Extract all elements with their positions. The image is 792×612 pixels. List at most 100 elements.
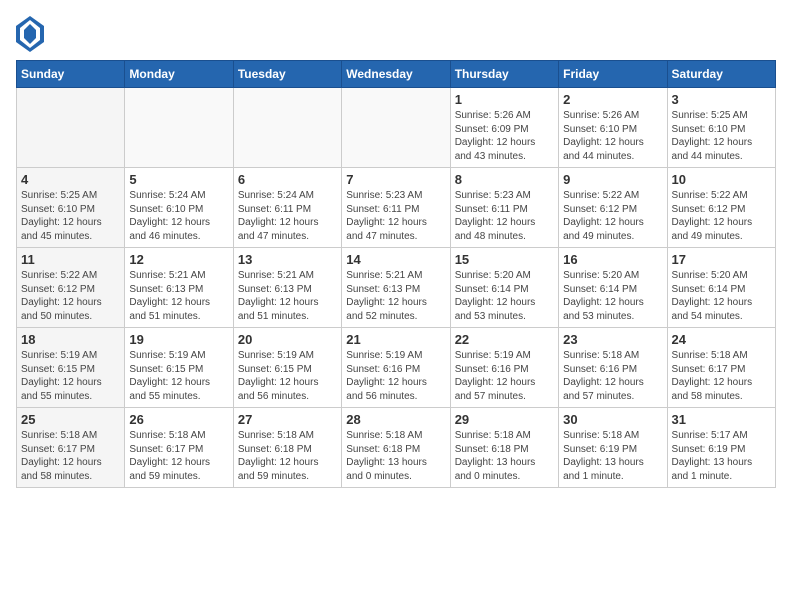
day-info: Sunrise: 5:23 AM Sunset: 6:11 PM Dayligh… bbox=[346, 189, 445, 243]
day-header-sunday: Sunday bbox=[17, 61, 125, 88]
day-info: Sunrise: 5:19 AM Sunset: 6:15 PM Dayligh… bbox=[238, 349, 337, 403]
day-number: 25 bbox=[21, 412, 120, 427]
calendar-cell: 28Sunrise: 5:18 AM Sunset: 6:18 PM Dayli… bbox=[342, 408, 450, 488]
day-number: 12 bbox=[129, 252, 228, 267]
day-info: Sunrise: 5:22 AM Sunset: 6:12 PM Dayligh… bbox=[563, 189, 662, 243]
day-number: 30 bbox=[563, 412, 662, 427]
calendar-cell: 20 Sunrise: 5:19 AM Sunset: 6:15 PM Dayli… bbox=[233, 328, 341, 408]
day-number: 5 bbox=[129, 172, 228, 187]
day-info: Sunrise: 5:24 AM Sunset: 6:11 PM Dayligh… bbox=[238, 189, 337, 243]
calendar-cell: 24 Sunrise: 5:18 AM Sunset: 6:17 PM Dayli… bbox=[667, 328, 775, 408]
day-header-thursday: Thursday bbox=[450, 61, 558, 88]
calendar-cell: 1 Sunrise: 5:26 AM Sunset: 6:09 PM Daylig… bbox=[450, 88, 558, 168]
calendar-cell: 14 Sunrise: 5:21 AM Sunset: 6:13 PM Dayli… bbox=[342, 248, 450, 328]
day-number: 27 bbox=[238, 412, 337, 427]
calendar-table: SundayMondayTuesdayWednesdayThursdayFrid… bbox=[16, 60, 776, 488]
calendar-cell bbox=[342, 88, 450, 168]
calendar-cell: 17 Sunrise: 5:20 AM Sunset: 6:14 PM Dayli… bbox=[667, 248, 775, 328]
day-info: Sunrise: 5:21 AM Sunset: 6:13 PM Dayligh… bbox=[129, 269, 228, 323]
day-info: Sunrise: 5:20 AM Sunset: 6:14 PM Dayligh… bbox=[563, 269, 662, 323]
day-info: Sunrise: 5:19 AM Sunset: 6:16 PM Dayligh… bbox=[346, 349, 445, 403]
day-number: 7 bbox=[346, 172, 445, 187]
calendar-cell: 15Sunrise: 5:20 AM Sunset: 6:14 PM Dayli… bbox=[450, 248, 558, 328]
calendar-cell: 25Sunrise: 5:18 AM Sunset: 6:17 PM Dayli… bbox=[17, 408, 125, 488]
day-info: Sunrise: 5:22 AM Sunset: 6:12 PM Dayligh… bbox=[21, 269, 120, 323]
day-info: Sunrise: 5:18 AM Sunset: 6:17 PM Dayligh… bbox=[129, 429, 228, 483]
day-info: Sunrise: 5:18 AM Sunset: 6:18 PM Dayligh… bbox=[455, 429, 554, 483]
day-number: 31 bbox=[672, 412, 771, 427]
day-info: Sunrise: 5:26 AM Sunset: 6:10 PM Dayligh… bbox=[563, 109, 662, 163]
day-number: 19 bbox=[129, 332, 228, 347]
day-number: 13 bbox=[238, 252, 337, 267]
day-info: Sunrise: 5:25 AM Sunset: 6:10 PM Dayligh… bbox=[21, 189, 120, 243]
logo bbox=[16, 16, 48, 52]
day-number: 4 bbox=[21, 172, 120, 187]
calendar-header-row: SundayMondayTuesdayWednesdayThursdayFrid… bbox=[17, 61, 776, 88]
calendar-cell: 18Sunrise: 5:19 AM Sunset: 6:15 PM Dayli… bbox=[17, 328, 125, 408]
day-number: 6 bbox=[238, 172, 337, 187]
calendar-cell: 29Sunrise: 5:18 AM Sunset: 6:18 PM Dayli… bbox=[450, 408, 558, 488]
calendar-cell: 30Sunrise: 5:18 AM Sunset: 6:19 PM Dayli… bbox=[559, 408, 667, 488]
day-number: 2 bbox=[563, 92, 662, 107]
page-header bbox=[16, 16, 776, 52]
calendar-cell: 23 Sunrise: 5:18 AM Sunset: 6:16 PM Dayli… bbox=[559, 328, 667, 408]
day-info: Sunrise: 5:25 AM Sunset: 6:10 PM Dayligh… bbox=[672, 109, 771, 163]
calendar-cell: 16 Sunrise: 5:20 AM Sunset: 6:14 PM Dayli… bbox=[559, 248, 667, 328]
calendar-cell: 3 Sunrise: 5:25 AM Sunset: 6:10 PM Daylig… bbox=[667, 88, 775, 168]
day-info: Sunrise: 5:17 AM Sunset: 6:19 PM Dayligh… bbox=[672, 429, 771, 483]
day-info: Sunrise: 5:20 AM Sunset: 6:14 PM Dayligh… bbox=[455, 269, 554, 323]
day-header-monday: Monday bbox=[125, 61, 233, 88]
day-info: Sunrise: 5:24 AM Sunset: 6:10 PM Dayligh… bbox=[129, 189, 228, 243]
day-number: 23 bbox=[563, 332, 662, 347]
calendar-cell: 2 Sunrise: 5:26 AM Sunset: 6:10 PM Daylig… bbox=[559, 88, 667, 168]
calendar-cell: 22Sunrise: 5:19 AM Sunset: 6:16 PM Dayli… bbox=[450, 328, 558, 408]
calendar-cell bbox=[125, 88, 233, 168]
calendar-cell: 11 Sunrise: 5:22 AM Sunset: 6:12 PM Dayli… bbox=[17, 248, 125, 328]
week-row-3: 11 Sunrise: 5:22 AM Sunset: 6:12 PM Dayli… bbox=[17, 248, 776, 328]
day-number: 16 bbox=[563, 252, 662, 267]
day-header-saturday: Saturday bbox=[667, 61, 775, 88]
day-number: 3 bbox=[672, 92, 771, 107]
day-number: 26 bbox=[129, 412, 228, 427]
day-number: 14 bbox=[346, 252, 445, 267]
calendar-cell: 10 Sunrise: 5:22 AM Sunset: 6:12 PM Dayli… bbox=[667, 168, 775, 248]
day-info: Sunrise: 5:18 AM Sunset: 6:16 PM Dayligh… bbox=[563, 349, 662, 403]
day-info: Sunrise: 5:20 AM Sunset: 6:14 PM Dayligh… bbox=[672, 269, 771, 323]
day-number: 18 bbox=[21, 332, 120, 347]
calendar-cell bbox=[17, 88, 125, 168]
calendar-cell bbox=[233, 88, 341, 168]
day-info: Sunrise: 5:26 AM Sunset: 6:09 PM Dayligh… bbox=[455, 109, 554, 163]
day-info: Sunrise: 5:22 AM Sunset: 6:12 PM Dayligh… bbox=[672, 189, 771, 243]
calendar-cell: 9 Sunrise: 5:22 AM Sunset: 6:12 PM Daylig… bbox=[559, 168, 667, 248]
logo-icon bbox=[16, 16, 44, 52]
week-row-1: 1 Sunrise: 5:26 AM Sunset: 6:09 PM Daylig… bbox=[17, 88, 776, 168]
day-info: Sunrise: 5:21 AM Sunset: 6:13 PM Dayligh… bbox=[238, 269, 337, 323]
day-info: Sunrise: 5:18 AM Sunset: 6:18 PM Dayligh… bbox=[238, 429, 337, 483]
day-info: Sunrise: 5:19 AM Sunset: 6:16 PM Dayligh… bbox=[455, 349, 554, 403]
calendar-cell: 31 Sunrise: 5:17 AM Sunset: 6:19 PM Dayli… bbox=[667, 408, 775, 488]
day-number: 24 bbox=[672, 332, 771, 347]
calendar-cell: 12 Sunrise: 5:21 AM Sunset: 6:13 PM Dayli… bbox=[125, 248, 233, 328]
calendar-cell: 27 Sunrise: 5:18 AM Sunset: 6:18 PM Dayli… bbox=[233, 408, 341, 488]
day-header-friday: Friday bbox=[559, 61, 667, 88]
week-row-5: 25 Sunrise: 5:18 AM Sunset: 6:17 PM Dayli… bbox=[17, 408, 776, 488]
day-header-wednesday: Wednesday bbox=[342, 61, 450, 88]
day-number: 20 bbox=[238, 332, 337, 347]
day-info: Sunrise: 5:18 AM Sunset: 6:17 PM Dayligh… bbox=[672, 349, 771, 403]
calendar-cell: 13 Sunrise: 5:21 AM Sunset: 6:13 PM Dayli… bbox=[233, 248, 341, 328]
day-number: 21 bbox=[346, 332, 445, 347]
day-number: 10 bbox=[672, 172, 771, 187]
calendar-cell: 26 Sunrise: 5:18 AM Sunset: 6:17 PM Dayli… bbox=[125, 408, 233, 488]
day-number: 11 bbox=[21, 252, 120, 267]
day-number: 17 bbox=[672, 252, 771, 267]
calendar-cell: 8Sunrise: 5:23 AM Sunset: 6:11 PM Daylig… bbox=[450, 168, 558, 248]
calendar-cell: 6 Sunrise: 5:24 AM Sunset: 6:11 PM Daylig… bbox=[233, 168, 341, 248]
day-number: 1 bbox=[455, 92, 554, 107]
day-info: Sunrise: 5:21 AM Sunset: 6:13 PM Dayligh… bbox=[346, 269, 445, 323]
calendar-cell: 21 Sunrise: 5:19 AM Sunset: 6:16 PM Dayli… bbox=[342, 328, 450, 408]
day-number: 9 bbox=[563, 172, 662, 187]
calendar-cell: 7 Sunrise: 5:23 AM Sunset: 6:11 PM Daylig… bbox=[342, 168, 450, 248]
day-info: Sunrise: 5:18 AM Sunset: 6:18 PM Dayligh… bbox=[346, 429, 445, 483]
day-header-tuesday: Tuesday bbox=[233, 61, 341, 88]
day-info: Sunrise: 5:19 AM Sunset: 6:15 PM Dayligh… bbox=[129, 349, 228, 403]
